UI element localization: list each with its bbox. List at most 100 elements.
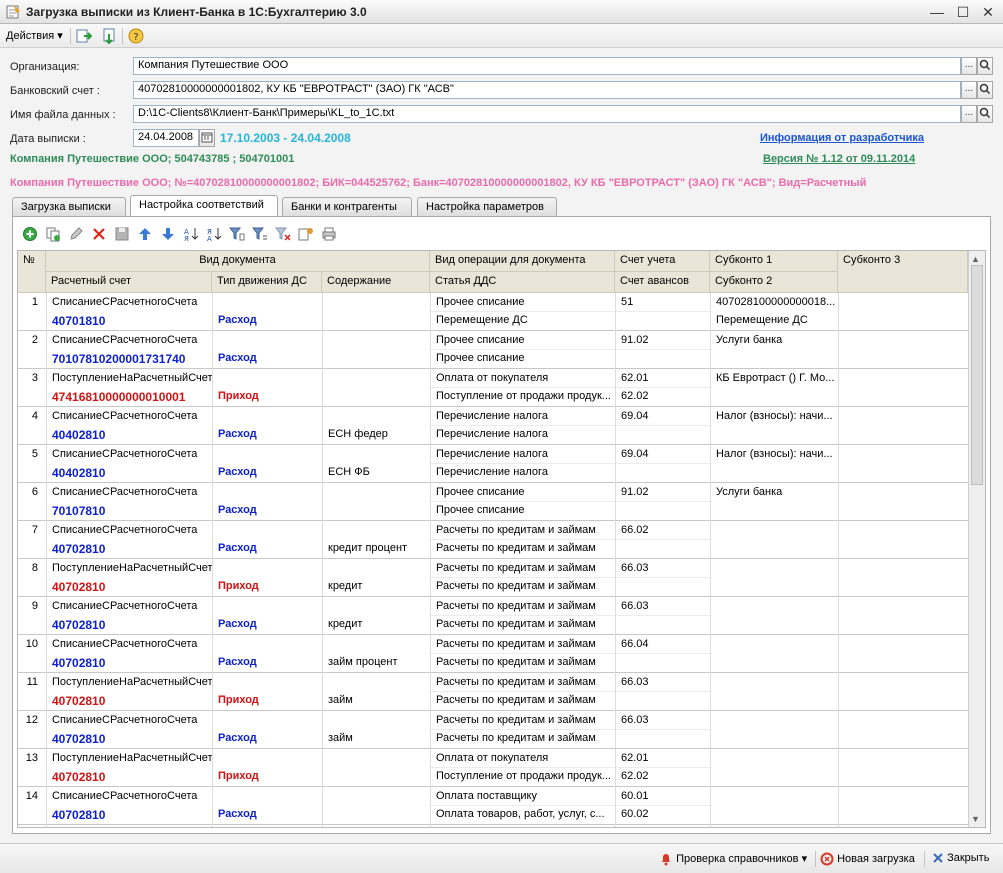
cell-schet[interactable]: 62.01 (617, 370, 710, 386)
cell-movement[interactable]: Расход (214, 426, 322, 442)
search-button[interactable] (977, 105, 993, 123)
export-icon[interactable] (101, 28, 117, 44)
cell-movement[interactable]: Расход (214, 654, 322, 670)
cell-dds[interactable]: Поступление от продажи продук... (432, 388, 615, 404)
cell-account[interactable]: 70107810 (48, 502, 212, 520)
cell-sub1[interactable] (712, 712, 838, 716)
clear-filter-icon[interactable] (275, 226, 291, 242)
cell-num[interactable]: 13 (18, 750, 42, 766)
cell-sub1[interactable] (712, 674, 838, 678)
cell-schet[interactable]: 66.04 (617, 636, 710, 652)
cell-account[interactable]: 40701810 (48, 312, 212, 330)
cell-dds[interactable]: Перечисление налога (432, 426, 615, 442)
cell-sub1[interactable] (712, 560, 838, 564)
cell-content[interactable]: займ (324, 730, 430, 746)
new-load-button[interactable]: Новая загрузка (820, 852, 915, 866)
vertical-scrollbar[interactable]: ▲ ▼ (968, 251, 985, 827)
cell-schet-av[interactable]: 62.02 (617, 388, 710, 404)
cell-schet-av[interactable]: 60.02 (617, 806, 710, 822)
cell-doc-type[interactable]: СписаниеСРасчетногоСчета (48, 712, 212, 728)
cell-dds[interactable]: Расчеты по кредитам и займам (432, 654, 615, 670)
col-header-sub1[interactable]: Субконто 1 (710, 251, 838, 272)
cell-movement[interactable]: Расход (214, 350, 322, 366)
col-header-sub2[interactable]: Субконто 2 (710, 272, 838, 293)
cell-dds[interactable]: Расчеты по кредитам и займам (432, 692, 615, 708)
edit-icon[interactable] (68, 226, 84, 242)
filter-icon[interactable] (229, 226, 245, 242)
cell-sub2[interactable] (712, 350, 838, 354)
cell-num[interactable]: 11 (18, 674, 42, 690)
cell-op-type[interactable]: Расчеты по кредитам и займам (432, 560, 615, 576)
cell-account[interactable]: 40702810 (48, 654, 212, 672)
cell-account[interactable]: 40702810 (48, 730, 212, 748)
cell-movement[interactable]: Расход (214, 312, 322, 328)
cell-content[interactable]: займ процент (324, 654, 430, 670)
cell-dds[interactable]: Перемещение ДС (432, 312, 615, 328)
tab-load-statement[interactable]: Загрузка выписки (12, 197, 126, 216)
cell-content[interactable]: кредит (324, 616, 430, 632)
cell-account[interactable]: 40702810 (48, 692, 212, 710)
cell-content[interactable] (324, 502, 430, 506)
cell-doc-type[interactable]: СписаниеСРасчетногоСчета (48, 446, 212, 462)
cell-op-type[interactable]: Прочее списание (432, 484, 615, 500)
col-header-sub3[interactable]: Субконто 3 (838, 251, 968, 293)
cell-content[interactable] (324, 768, 430, 772)
cell-sub2[interactable] (712, 578, 838, 582)
save-icon[interactable] (114, 226, 130, 242)
cell-account[interactable]: 40702810 (48, 578, 212, 596)
cell-doc-type[interactable]: СписаниеСРасчетногоСчета (48, 332, 212, 348)
col-header-account[interactable]: Расчетный счет (46, 272, 212, 293)
col-header-num[interactable]: № (18, 251, 46, 293)
cell-movement[interactable]: Расход (214, 806, 322, 822)
cell-content[interactable]: кредит (324, 578, 430, 594)
cell-sub1[interactable]: Налог (взносы): начи... (712, 446, 838, 462)
cell-movement[interactable]: Приход (214, 388, 322, 404)
cell-op-type[interactable]: Оплата поставщику (432, 788, 615, 804)
col-header-content[interactable]: Содержание (322, 272, 430, 293)
cell-sub1[interactable] (712, 522, 838, 526)
actions-menu[interactable]: Действия ▾ (6, 29, 63, 42)
bank-account-field[interactable]: 40702810000000001802, КУ КБ "ЕВРОТРАСТ" … (133, 81, 961, 99)
settings-icon[interactable] (298, 226, 314, 242)
cell-doc-type[interactable]: СписаниеСРасчетногоСчета (48, 598, 212, 614)
cell-schet-av[interactable] (617, 616, 710, 620)
cell-schet[interactable]: 66.03 (617, 560, 710, 576)
cell-content[interactable] (324, 350, 430, 354)
cell-doc-type[interactable]: СписаниеСРасчетногоСчета (48, 788, 212, 804)
cell-schet[interactable]: 66.03 (617, 712, 710, 728)
cell-num[interactable]: 3 (18, 370, 42, 386)
cell-sub1[interactable] (712, 636, 838, 640)
cell-op-type[interactable]: Прочее списание (432, 332, 615, 348)
cell-dds[interactable]: Расчеты по кредитам и займам (432, 578, 615, 594)
cell-num[interactable]: 1 (18, 294, 42, 310)
cell-schet[interactable]: 66.02 (617, 522, 710, 538)
cell-doc-type[interactable]: СписаниеСРасчетногоСчета (48, 522, 212, 538)
cell-num[interactable]: 2 (18, 332, 42, 348)
cell-dds[interactable]: Оплата товаров, работ, услуг, с... (432, 806, 615, 822)
cell-dds[interactable]: Перечисление налога (432, 464, 615, 480)
cell-num[interactable]: 8 (18, 560, 42, 576)
cell-content[interactable]: ЕСН федер (324, 426, 430, 442)
cell-movement[interactable]: Приход (214, 692, 322, 708)
cell-dds[interactable]: Прочее списание (432, 350, 615, 366)
cell-movement[interactable]: Расход (214, 730, 322, 746)
cell-sub2[interactable] (712, 426, 838, 430)
cell-schet[interactable]: 62.01 (617, 750, 710, 766)
cell-content[interactable] (324, 388, 430, 392)
print-icon[interactable] (321, 226, 337, 242)
cell-sub2[interactable] (712, 806, 838, 810)
scroll-up-icon[interactable]: ▲ (971, 254, 980, 264)
cell-schet-av[interactable] (617, 578, 710, 582)
cell-movement[interactable]: Приход (214, 768, 322, 784)
cell-doc-type[interactable]: ПоступлениеНаРасчетныйСчет (48, 674, 212, 690)
cell-sub1[interactable] (712, 750, 838, 754)
cell-schet[interactable]: 51 (617, 294, 710, 310)
cell-schet[interactable]: 69.04 (617, 408, 710, 424)
sort-desc-icon[interactable]: ЯA (206, 226, 222, 242)
cell-op-type[interactable]: Расчеты по кредитам и займам (432, 598, 615, 614)
cell-doc-type[interactable]: СписаниеСРасчетногоСчета (48, 636, 212, 652)
col-header-schet-av[interactable]: Счет авансов (615, 272, 710, 293)
scroll-down-icon[interactable]: ▼ (971, 814, 980, 824)
cell-op-type[interactable]: Перечисление налога (432, 408, 615, 424)
cell-movement[interactable]: Расход (214, 540, 322, 556)
